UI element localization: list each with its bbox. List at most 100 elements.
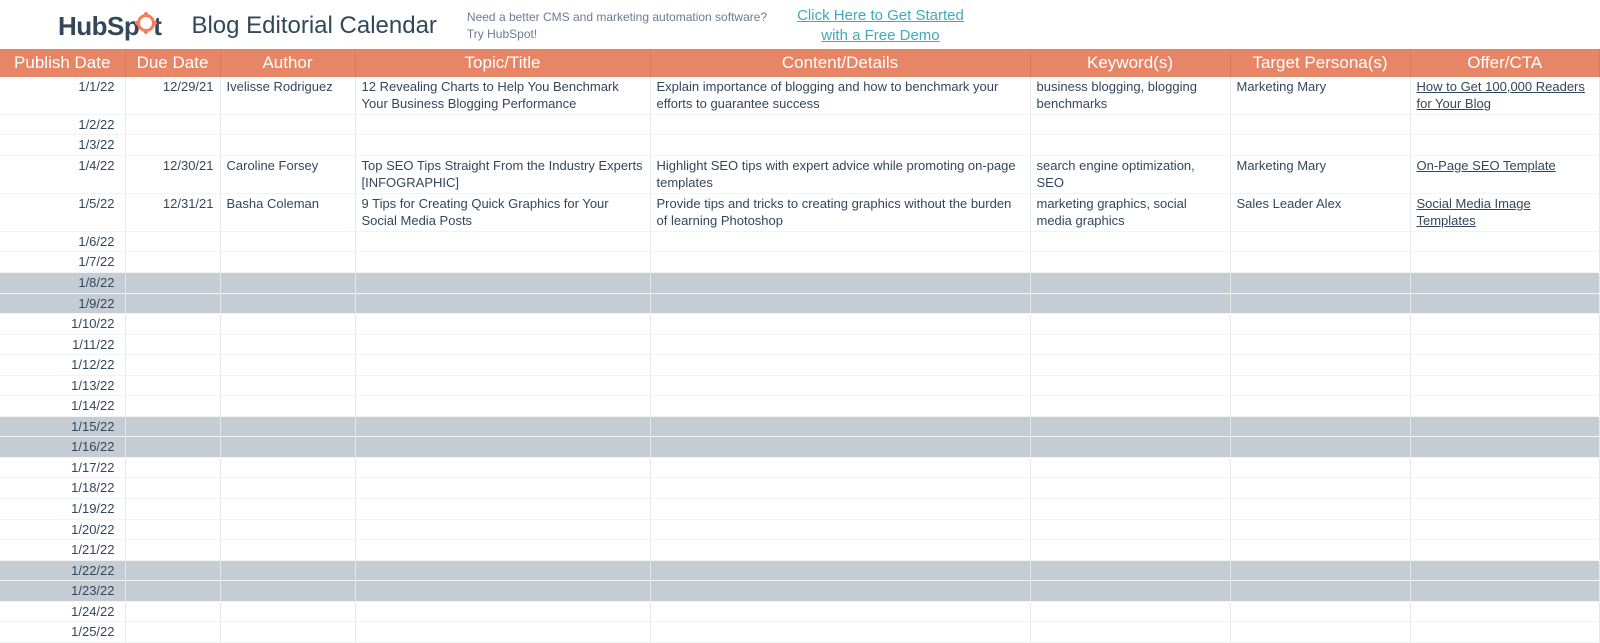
cell-topic[interactable] bbox=[355, 601, 650, 622]
cell-publish-date[interactable]: 1/9/22 bbox=[0, 293, 125, 314]
cell-topic[interactable] bbox=[355, 416, 650, 437]
cell-content[interactable] bbox=[650, 355, 1030, 376]
cell-keywords[interactable] bbox=[1030, 231, 1230, 252]
cell-author[interactable] bbox=[220, 416, 355, 437]
offer-link[interactable]: Social Media Image Templates bbox=[1417, 196, 1531, 229]
cell-persona[interactable] bbox=[1230, 478, 1410, 499]
cell-offer[interactable] bbox=[1410, 114, 1600, 135]
cell-content[interactable] bbox=[650, 314, 1030, 335]
cell-due-date[interactable] bbox=[125, 396, 220, 417]
cell-author[interactable] bbox=[220, 437, 355, 458]
cell-publish-date[interactable]: 1/7/22 bbox=[0, 252, 125, 273]
cell-author[interactable] bbox=[220, 314, 355, 335]
cell-topic[interactable]: 9 Tips for Creating Quick Graphics for Y… bbox=[355, 193, 650, 231]
cell-keywords[interactable] bbox=[1030, 560, 1230, 581]
cell-offer[interactable] bbox=[1410, 272, 1600, 293]
cell-offer[interactable] bbox=[1410, 135, 1600, 156]
cell-publish-date[interactable]: 1/2/22 bbox=[0, 114, 125, 135]
cell-offer[interactable] bbox=[1410, 293, 1600, 314]
cell-topic[interactable] bbox=[355, 293, 650, 314]
cell-publish-date[interactable]: 1/17/22 bbox=[0, 457, 125, 478]
col-publish-date[interactable]: Publish Date bbox=[0, 49, 125, 77]
cell-due-date[interactable] bbox=[125, 272, 220, 293]
cell-topic[interactable] bbox=[355, 560, 650, 581]
cell-persona[interactable] bbox=[1230, 231, 1410, 252]
cell-due-date[interactable] bbox=[125, 334, 220, 355]
cell-publish-date[interactable]: 1/14/22 bbox=[0, 396, 125, 417]
cell-author[interactable] bbox=[220, 457, 355, 478]
cell-persona[interactable]: Sales Leader Alex bbox=[1230, 193, 1410, 231]
cell-author[interactable] bbox=[220, 293, 355, 314]
cell-due-date[interactable] bbox=[125, 293, 220, 314]
cell-due-date[interactable] bbox=[125, 416, 220, 437]
cell-publish-date[interactable]: 1/11/22 bbox=[0, 334, 125, 355]
col-keywords[interactable]: Keyword(s) bbox=[1030, 49, 1230, 77]
cell-author[interactable] bbox=[220, 396, 355, 417]
cell-offer[interactable]: On-Page SEO Template bbox=[1410, 155, 1600, 193]
cell-persona[interactable] bbox=[1230, 114, 1410, 135]
cell-topic[interactable] bbox=[355, 135, 650, 156]
cell-due-date[interactable] bbox=[125, 519, 220, 540]
cell-content[interactable] bbox=[650, 231, 1030, 252]
cell-author[interactable] bbox=[220, 231, 355, 252]
cell-persona[interactable] bbox=[1230, 314, 1410, 335]
cell-publish-date[interactable]: 1/19/22 bbox=[0, 498, 125, 519]
cell-publish-date[interactable]: 1/12/22 bbox=[0, 355, 125, 376]
cell-publish-date[interactable]: 1/23/22 bbox=[0, 581, 125, 602]
cell-content[interactable] bbox=[650, 293, 1030, 314]
cell-publish-date[interactable]: 1/6/22 bbox=[0, 231, 125, 252]
cell-author[interactable]: Caroline Forsey bbox=[220, 155, 355, 193]
cell-persona[interactable] bbox=[1230, 457, 1410, 478]
cell-content[interactable] bbox=[650, 581, 1030, 602]
cell-topic[interactable] bbox=[355, 114, 650, 135]
cell-topic[interactable] bbox=[355, 478, 650, 499]
cell-offer[interactable] bbox=[1410, 622, 1600, 643]
cell-keywords[interactable] bbox=[1030, 355, 1230, 376]
cell-due-date[interactable] bbox=[125, 114, 220, 135]
cell-content[interactable] bbox=[650, 457, 1030, 478]
cell-keywords[interactable] bbox=[1030, 135, 1230, 156]
cell-content[interactable] bbox=[650, 334, 1030, 355]
cell-keywords[interactable] bbox=[1030, 437, 1230, 458]
cell-topic[interactable] bbox=[355, 519, 650, 540]
cell-offer[interactable] bbox=[1410, 540, 1600, 561]
cell-content[interactable]: Explain importance of blogging and how t… bbox=[650, 77, 1030, 115]
cell-offer[interactable] bbox=[1410, 314, 1600, 335]
cell-topic[interactable] bbox=[355, 622, 650, 643]
cell-topic[interactable] bbox=[355, 540, 650, 561]
cell-content[interactable] bbox=[650, 540, 1030, 561]
cell-publish-date[interactable]: 1/8/22 bbox=[0, 272, 125, 293]
cell-keywords[interactable]: search engine optimization, SEO bbox=[1030, 155, 1230, 193]
cell-keywords[interactable] bbox=[1030, 314, 1230, 335]
cell-author[interactable] bbox=[220, 581, 355, 602]
cell-publish-date[interactable]: 1/1/22 bbox=[0, 77, 125, 115]
cell-content[interactable] bbox=[650, 375, 1030, 396]
cell-author[interactable] bbox=[220, 355, 355, 376]
cell-content[interactable]: Provide tips and tricks to creating grap… bbox=[650, 193, 1030, 231]
cell-keywords[interactable]: marketing graphics, social media graphic… bbox=[1030, 193, 1230, 231]
cell-persona[interactable] bbox=[1230, 540, 1410, 561]
cell-keywords[interactable] bbox=[1030, 375, 1230, 396]
cell-content[interactable] bbox=[650, 519, 1030, 540]
cell-content[interactable] bbox=[650, 622, 1030, 643]
cell-offer[interactable] bbox=[1410, 231, 1600, 252]
cell-due-date[interactable] bbox=[125, 437, 220, 458]
cell-persona[interactable] bbox=[1230, 601, 1410, 622]
cell-persona[interactable]: Marketing Mary bbox=[1230, 155, 1410, 193]
cell-due-date[interactable] bbox=[125, 457, 220, 478]
cell-persona[interactable] bbox=[1230, 437, 1410, 458]
cell-publish-date[interactable]: 1/5/22 bbox=[0, 193, 125, 231]
cell-persona[interactable] bbox=[1230, 519, 1410, 540]
cell-content[interactable] bbox=[650, 601, 1030, 622]
cell-author[interactable] bbox=[220, 622, 355, 643]
offer-link[interactable]: How to Get 100,000 Readers for Your Blog bbox=[1417, 79, 1585, 112]
cta-link[interactable]: Click Here to Get Started with a Free De… bbox=[797, 7, 964, 44]
cell-persona[interactable] bbox=[1230, 355, 1410, 376]
cell-persona[interactable] bbox=[1230, 272, 1410, 293]
cell-offer[interactable] bbox=[1410, 601, 1600, 622]
cell-publish-date[interactable]: 1/21/22 bbox=[0, 540, 125, 561]
cell-keywords[interactable] bbox=[1030, 498, 1230, 519]
cell-due-date[interactable] bbox=[125, 355, 220, 376]
cell-offer[interactable] bbox=[1410, 581, 1600, 602]
cell-keywords[interactable] bbox=[1030, 622, 1230, 643]
